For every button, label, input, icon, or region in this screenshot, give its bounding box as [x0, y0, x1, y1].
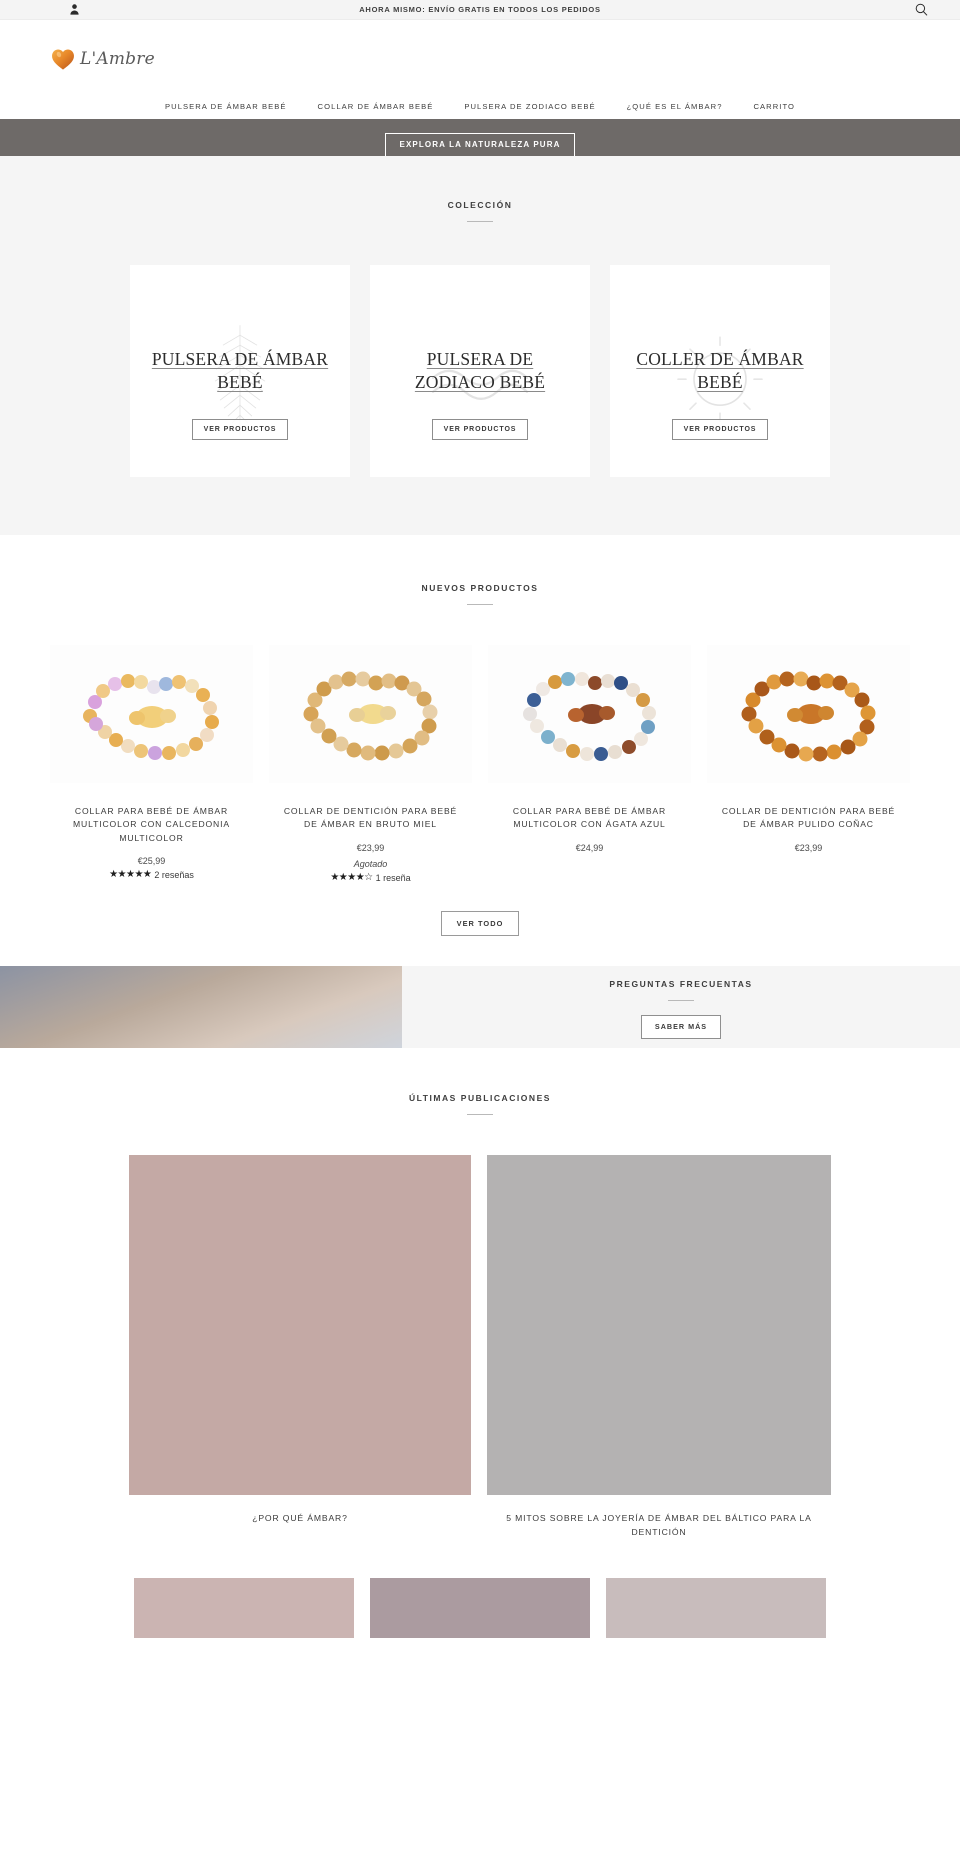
nav-item-pulsera-ambar[interactable]: PULSERA DE ÁMBAR BEBÉ	[165, 102, 287, 111]
blog-post-card[interactable]: ¿POR QUÉ ÁMBAR?	[129, 1155, 471, 1540]
amber-necklace-image	[741, 671, 875, 762]
product-image-multicolor-calcedonia[interactable]	[50, 645, 253, 783]
collection-card-pulsera-ambar[interactable]: PULSERA DE ÁMBAR BEBÉ VER PRODUCTOS	[130, 265, 350, 477]
nav-item-pulsera-zodiaco[interactable]: PULSERA DE ZODIACO BEBÉ	[464, 102, 595, 111]
collection-card-button[interactable]: VER PRODUCTOS	[191, 418, 289, 440]
product-card[interactable]: COLLAR DE DENTICIÓN PARA BEBÉ DE ÁMBAR E…	[269, 645, 472, 883]
strip-tile[interactable]	[134, 1577, 354, 1638]
collection-card-pulsera-zodiaco[interactable]: PULSERA DE ZODIACO BEBÉ VER PRODUCTOS	[370, 265, 590, 477]
amber-necklace-image	[82, 674, 219, 760]
product-price: €23,99	[794, 842, 823, 853]
product-card[interactable]: COLLAR PARA BEBÉ DE ÁMBAR MULTICOLOR CON…	[50, 645, 253, 883]
product-rating: ★★★★★ 2 reseñas	[50, 868, 253, 880]
rating-stars: ★★★★★	[109, 868, 152, 880]
product-card[interactable]: COLLAR PARA BEBÉ DE ÁMBAR MULTICOLOR CON…	[488, 645, 691, 883]
products-grid: COLLAR PARA BEBÉ DE ÁMBAR MULTICOLOR CON…	[0, 645, 960, 883]
collection-card-title: PULSERA DE ZODIACO BEBÉ	[414, 349, 546, 392]
product-price: €23,99	[356, 842, 385, 853]
new-products-section: NUEVOS PRODUCTOS COLLAR PARA BEBÉ DE ÁMB…	[0, 535, 960, 967]
blog-post-title: 5 MITOS SOBRE LA JOYERÍA DE ÁMBAR DEL BÁ…	[506, 1513, 812, 1537]
view-all-wrapper: VER TODO	[0, 910, 960, 937]
collection-section: COLECCIÓN PULSERA DE ÁMBAR BEBÉ VER PROD…	[0, 156, 960, 535]
products-heading-block: NUEVOS PRODUCTOS	[0, 583, 960, 605]
product-image-ambar-bruto-miel[interactable]	[269, 645, 472, 783]
product-sold-out-label: Agotado	[353, 858, 388, 869]
blog-post-title: ¿POR QUÉ ÁMBAR?	[252, 1513, 348, 1524]
products-heading: NUEVOS PRODUCTOS	[421, 583, 539, 593]
heading-divider	[668, 1000, 694, 1002]
faq-content: PREGUNTAS FRECUENTAS SABER MÁS	[402, 966, 960, 1049]
product-title: COLLAR DE DENTICIÓN PARA BEBÉ DE ÁMBAR P…	[721, 806, 896, 830]
view-all-products-button[interactable]: VER TODO	[440, 910, 520, 937]
amber-necklace-image	[303, 671, 437, 761]
faq-heading-block: PREGUNTAS FRECUENTAS	[609, 979, 753, 1002]
blog-post-card[interactable]: 5 MITOS SOBRE LA JOYERÍA DE ÁMBAR DEL BÁ…	[487, 1155, 831, 1540]
strip-tile[interactable]	[606, 1577, 826, 1638]
amber-necklace-image	[522, 672, 656, 761]
faq-learn-more-button[interactable]: SABER MÁS	[640, 1015, 722, 1039]
search-icon[interactable]	[915, 0, 928, 19]
product-card[interactable]: COLLAR DE DENTICIÓN PARA BEBÉ DE ÁMBAR P…	[707, 645, 910, 883]
blog-section: ÚLTIMAS PUBLICACIONES ¿POR QUÉ ÁMBAR? 5 …	[0, 1048, 960, 1638]
product-title: COLLAR PARA BEBÉ DE ÁMBAR MULTICOLOR CON…	[73, 806, 230, 843]
blog-grid: ¿POR QUÉ ÁMBAR? 5 MITOS SOBRE LA JOYERÍA…	[0, 1155, 960, 1540]
main-navigation: PULSERA DE ÁMBAR BEBÉ COLLAR DE ÁMBAR BE…	[0, 93, 960, 119]
nav-item-carrito[interactable]: CARRITO	[754, 102, 795, 111]
product-price: €25,99	[137, 855, 166, 866]
faq-section: PREGUNTAS FRECUENTAS SABER MÁS	[0, 966, 960, 1049]
nav-item-collar-ambar[interactable]: COLLAR DE ÁMBAR BEBÉ	[318, 102, 434, 111]
hero-cta-button[interactable]: EXPLORA LA NATURALEZA PURA	[384, 132, 576, 156]
announcement-text: AHORA MISMO: ENVÍO GRATIS EN TODOS LOS P…	[359, 5, 601, 14]
collection-heading-block: COLECCIÓN	[0, 200, 960, 222]
heading-divider	[467, 221, 493, 222]
faq-heading: PREGUNTAS FRECUENTAS	[609, 979, 753, 990]
account-icon[interactable]	[70, 0, 79, 19]
heading-divider	[467, 604, 493, 605]
page-root: AHORA MISMO: ENVÍO GRATIS EN TODOS LOS P…	[0, 0, 960, 1638]
collection-grid: PULSERA DE ÁMBAR BEBÉ VER PRODUCTOS PULS…	[0, 265, 960, 477]
nav-item-que-es-ambar[interactable]: ¿QUÉ ES EL ÁMBAR?	[627, 102, 723, 111]
product-image-agata-azul[interactable]	[488, 645, 691, 783]
rating-stars: ★★★★☆	[330, 871, 373, 883]
product-image-ambar-pulido-conac[interactable]	[707, 645, 910, 783]
collection-card-title: COLLER DE ÁMBAR BEBÉ	[636, 349, 804, 392]
blog-heading: ÚLTIMAS PUBLICACIONES	[409, 1093, 551, 1104]
collection-card-coller-ambar[interactable]: COLLER DE ÁMBAR BEBÉ VER PRODUCTOS	[610, 265, 830, 477]
blog-heading-block: ÚLTIMAS PUBLICACIONES	[0, 1093, 960, 1116]
collection-card-button[interactable]: VER PRODUCTOS	[431, 418, 529, 440]
heart-amber-logo-icon	[52, 49, 74, 70]
product-title: COLLAR PARA BEBÉ DE ÁMBAR MULTICOLOR CON…	[512, 806, 667, 830]
rating-count: 2 reseñas	[154, 869, 194, 880]
blog-post-image	[487, 1155, 831, 1496]
collection-card-button[interactable]: VER PRODUCTOS	[671, 418, 769, 440]
faq-image	[0, 966, 402, 1049]
collection-card-title: PULSERA DE ÁMBAR BEBÉ	[151, 349, 329, 392]
blog-post-image	[129, 1155, 471, 1496]
rating-count: 1 reseña	[375, 872, 411, 883]
logo[interactable]: L'Ambre	[50, 46, 155, 72]
site-header: L'Ambre	[0, 20, 960, 93]
heading-divider	[467, 1114, 493, 1116]
strip-tile[interactable]	[370, 1577, 590, 1638]
product-price: €24,99	[575, 842, 604, 853]
product-rating: ★★★★☆ 1 reseña	[269, 871, 472, 883]
hero-banner: EXPLORA LA NATURALEZA PURA	[0, 119, 960, 156]
logo-text: L'Ambre	[80, 49, 155, 69]
collection-heading: COLECCIÓN	[447, 200, 513, 210]
bottom-image-strip	[0, 1577, 960, 1638]
product-title: COLLAR DE DENTICIÓN PARA BEBÉ DE ÁMBAR E…	[283, 806, 458, 830]
announcement-bar: AHORA MISMO: ENVÍO GRATIS EN TODOS LOS P…	[0, 0, 960, 20]
